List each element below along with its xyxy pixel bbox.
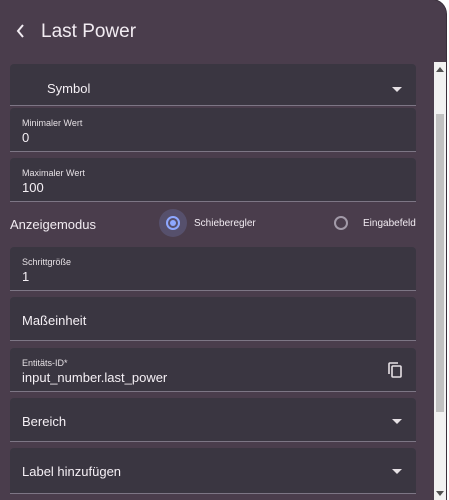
entity-id-field[interactable]: Entitäts-ID* input_number.last_power [10, 348, 416, 392]
radio-input-field[interactable] [334, 216, 348, 230]
caret-down-icon [436, 490, 444, 496]
caret-up-icon [436, 66, 444, 72]
min-value-field[interactable]: Minimaler Wert 0 [10, 108, 416, 152]
symbol-select[interactable]: Symbol [10, 64, 416, 106]
copy-icon[interactable] [387, 361, 403, 379]
scroll-up-arrow[interactable] [434, 62, 446, 76]
chevron-down-icon [392, 87, 402, 92]
entity-id-input[interactable]: input_number.last_power [22, 370, 167, 385]
unit-field[interactable]: Maßeinheit [10, 297, 416, 341]
dialog: Last Power Symbol Minimaler Wert 0 Maxim… [0, 0, 446, 500]
radio-slider[interactable] [166, 216, 180, 230]
area-select[interactable]: Bereich [10, 398, 416, 442]
area-select-label: Bereich [22, 414, 67, 429]
chevron-down-icon [392, 469, 402, 474]
display-mode-label: Anzeigemodus [10, 217, 96, 232]
step-label: Schrittgröße [22, 257, 72, 267]
page-title: Last Power [41, 21, 137, 42]
unit-placeholder: Maßeinheit [22, 313, 87, 328]
labels-select-label: Label hinzufügen [22, 464, 122, 479]
max-value-input[interactable]: 100 [22, 180, 44, 195]
back-button[interactable] [10, 20, 32, 42]
max-value-label: Maximaler Wert [22, 168, 85, 178]
radio-slider-label[interactable]: Schieberegler [194, 218, 256, 229]
labels-select[interactable]: Label hinzufügen [10, 448, 416, 494]
scroll-down-arrow[interactable] [434, 486, 446, 500]
symbol-select-label: Symbol [47, 81, 91, 96]
chevron-left-icon [16, 24, 24, 38]
entity-id-label: Entitäts-ID* [22, 358, 68, 368]
chevron-down-icon [392, 419, 402, 424]
form-scroll-area: Symbol Minimaler Wert 0 Maximaler Wert 1… [0, 62, 434, 500]
scrollbar[interactable] [434, 62, 446, 500]
min-value-input[interactable]: 0 [22, 130, 29, 145]
dialog-header: Last Power [0, 0, 446, 62]
scrollbar-thumb[interactable] [436, 114, 444, 412]
display-mode-group: Anzeigemodus Schieberegler Eingabefeld [10, 209, 416, 239]
step-input[interactable]: 1 [22, 269, 29, 284]
step-field[interactable]: Schrittgröße 1 [10, 247, 416, 291]
min-value-label: Minimaler Wert [22, 118, 83, 128]
radio-input-field-label[interactable]: Eingabefeld [363, 218, 416, 229]
max-value-field[interactable]: Maximaler Wert 100 [10, 158, 416, 202]
